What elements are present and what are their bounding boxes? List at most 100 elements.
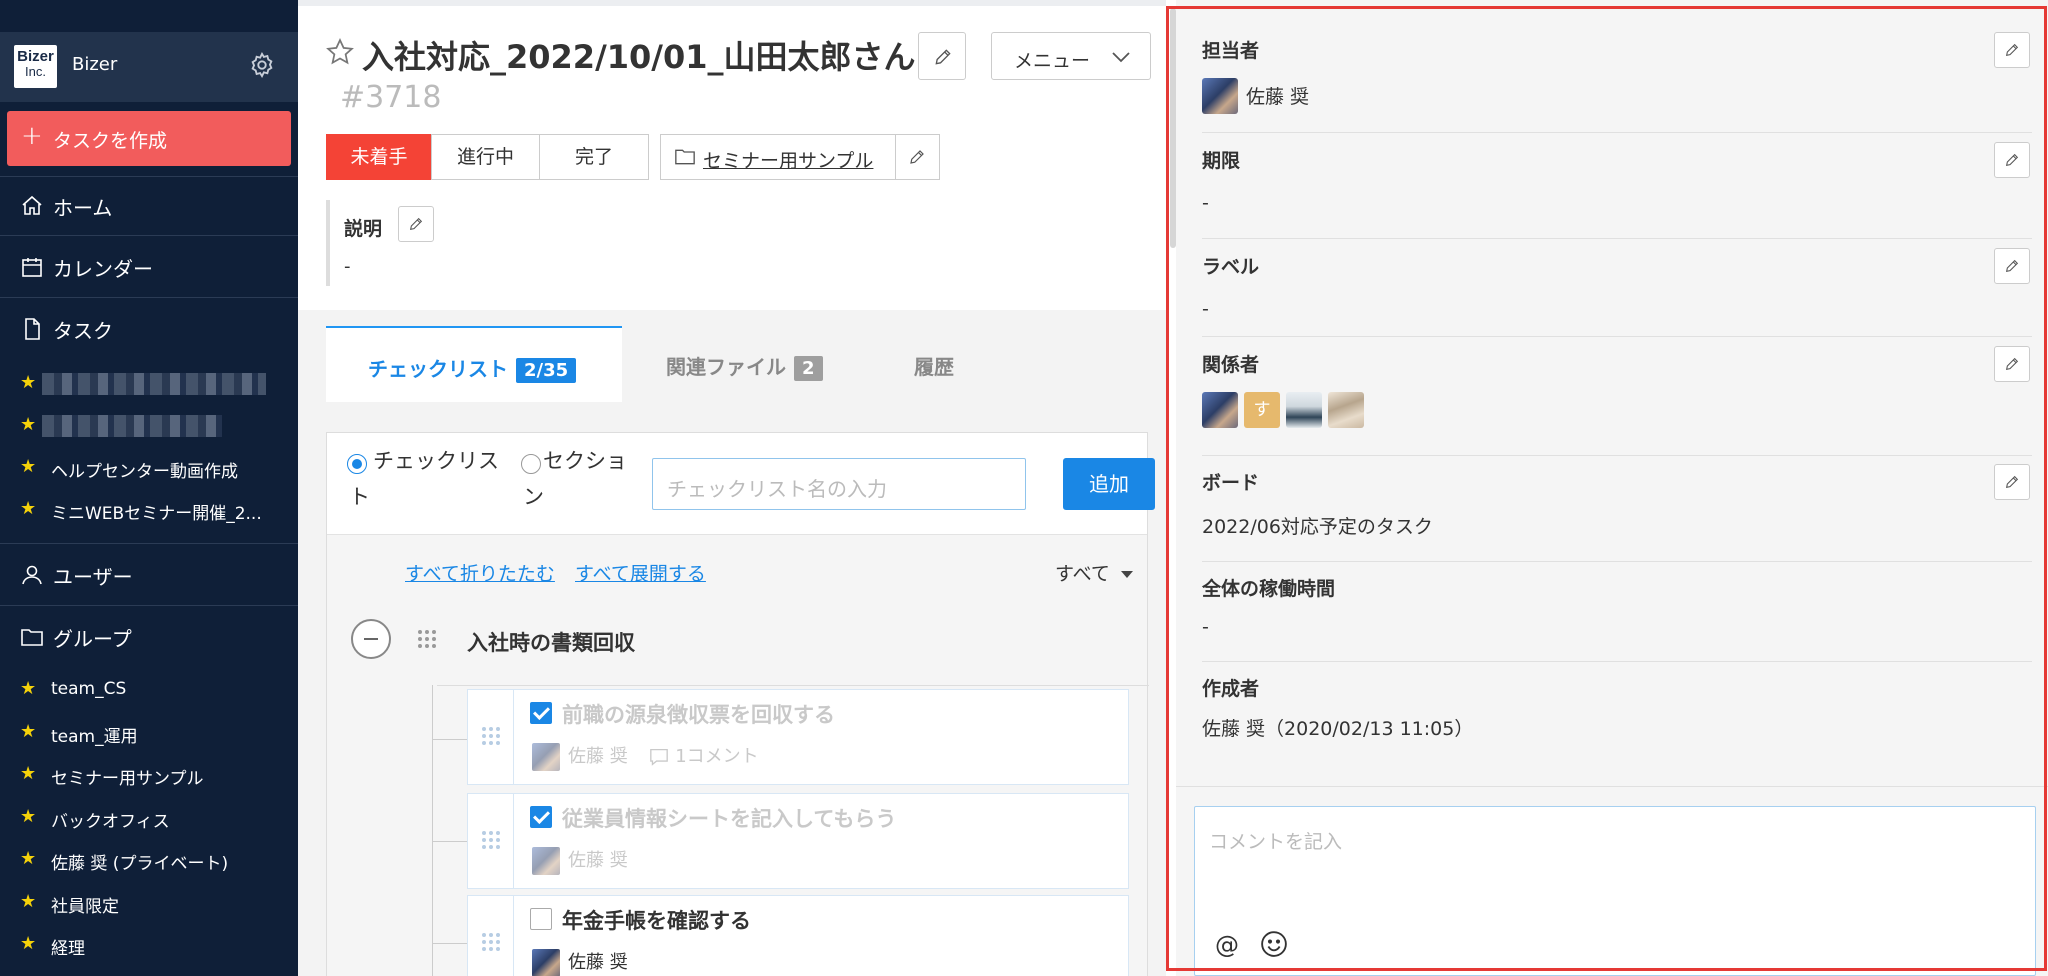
- folder-icon: [21, 629, 43, 646]
- checklist-item[interactable]: 年金手帳を確認する 佐藤 奨: [467, 895, 1129, 976]
- group-item[interactable]: ★ team_運用: [0, 715, 298, 751]
- calendar-icon: [22, 258, 42, 277]
- worktime-value: -: [1202, 616, 1209, 638]
- edit-due-button[interactable]: [1994, 142, 2030, 178]
- star-icon: ★: [20, 414, 37, 435]
- favorite-task[interactable]: ★ ミニWEBセミナー開催_2...: [0, 492, 298, 528]
- mention-button[interactable]: @: [1215, 931, 1239, 959]
- edit-project-button[interactable]: [896, 134, 940, 180]
- divider: [1202, 336, 2032, 337]
- item-checkbox[interactable]: [530, 806, 552, 828]
- tab-checklist[interactable]: チェックリスト 2/35: [326, 326, 622, 402]
- expand-all-link[interactable]: すべて展開する: [575, 559, 706, 586]
- section-underline: [437, 685, 1149, 686]
- item-title: 従業員情報シートを記入してもらう: [562, 807, 897, 831]
- group-item[interactable]: ★ team_CS: [0, 672, 298, 708]
- create-task-button[interactable]: + タスクを作成: [7, 111, 291, 166]
- drag-handle[interactable]: [468, 794, 514, 888]
- document-icon: [25, 318, 40, 340]
- nav-calendar[interactable]: カレンダー: [0, 237, 298, 295]
- status-in-progress[interactable]: 進行中: [431, 134, 540, 180]
- nav-home[interactable]: ホーム: [0, 176, 298, 234]
- drag-handle-icon[interactable]: [415, 627, 439, 651]
- member-avatar[interactable]: [1328, 392, 1364, 428]
- drag-handle-icon: [482, 933, 500, 951]
- drag-handle-icon: [482, 727, 500, 745]
- radio-section-label: セクション: [523, 449, 627, 509]
- filter-dropdown[interactable]: すべて: [1055, 559, 1134, 586]
- description-bar: [326, 200, 330, 286]
- avatar: [532, 847, 560, 875]
- item-checkbox[interactable]: [530, 702, 552, 724]
- worktime-label: 全体の稼働時間: [1202, 578, 1336, 600]
- nav-tasks[interactable]: タスク: [0, 299, 298, 357]
- star-icon: ★: [20, 678, 37, 699]
- task-properties-pane: 担当者 佐藤 奨 期限 - ラベル - 関係者 す ボード 2022/06対応予…: [1176, 0, 2048, 976]
- divider: [0, 605, 298, 606]
- comment-input[interactable]: コメントを記入 @: [1194, 806, 2036, 976]
- checklist-item[interactable]: 従業員情報シートを記入してもらう 佐藤 奨: [467, 793, 1129, 889]
- item-assignee: 佐藤 奨: [568, 746, 628, 767]
- assignee-label: 担当者: [1202, 40, 1260, 62]
- home-icon: [22, 195, 42, 215]
- group-item[interactable]: ★ 経理: [0, 927, 298, 963]
- group-item[interactable]: ★ バックオフィス: [0, 800, 298, 836]
- workspace-header[interactable]: Bizer Inc. Bizer: [0, 32, 298, 102]
- creator-value: 佐藤 奨（2020/02/13 11:05）: [1202, 718, 1474, 740]
- item-assignee: 佐藤 奨: [568, 952, 628, 973]
- status-not-started[interactable]: 未着手: [326, 134, 432, 180]
- menu-dropdown[interactable]: メニュー: [991, 32, 1151, 80]
- nav-users[interactable]: ユーザー: [0, 545, 298, 603]
- emoji-icon[interactable]: [1259, 929, 1289, 959]
- plus-icon: +: [21, 121, 43, 151]
- favorite-task-blurred[interactable]: ★: [0, 408, 298, 444]
- group-item[interactable]: ★ 社員限定: [0, 885, 298, 921]
- drag-handle[interactable]: [468, 896, 514, 976]
- pencil-icon: [2005, 357, 2019, 371]
- add-checklist-button[interactable]: 追加: [1063, 458, 1155, 510]
- favorite-task-blurred[interactable]: ★: [0, 366, 298, 402]
- edit-description-button[interactable]: [398, 206, 434, 242]
- star-icon: ★: [20, 806, 37, 827]
- due-value: -: [1202, 192, 1209, 214]
- workspace-name: Bizer: [72, 54, 118, 75]
- divider: [1202, 561, 2032, 562]
- edit-members-button[interactable]: [1994, 346, 2030, 382]
- members-label: 関係者: [1202, 354, 1260, 376]
- collapse-all-link[interactable]: すべて折りたたむ: [405, 559, 555, 586]
- pencil-icon: [2005, 43, 2019, 57]
- item-meta: 佐藤 奨: [532, 846, 628, 875]
- checklist-item[interactable]: 前職の源泉徴収票を回収する 佐藤 奨 1コメント: [467, 689, 1129, 785]
- edit-assignee-button[interactable]: [1994, 32, 2030, 68]
- project-link[interactable]: セミナー用サンプル: [660, 134, 896, 180]
- comment-placeholder: コメントを記入: [1209, 831, 1343, 853]
- member-avatar[interactable]: す: [1244, 392, 1280, 428]
- star-icon: ★: [20, 933, 37, 954]
- star-outline-icon[interactable]: [325, 37, 355, 67]
- tab-history[interactable]: 履歴: [872, 326, 1022, 402]
- drag-handle[interactable]: [468, 690, 514, 784]
- group-item[interactable]: ★ 佐藤 奨 (プライベート): [0, 842, 298, 878]
- tab-related-files[interactable]: 関連ファイル 2: [622, 326, 872, 402]
- comment-icon: [650, 748, 669, 766]
- status-done[interactable]: 完了: [539, 134, 649, 180]
- checklist-panel: チェックリスト セクション チェックリスト名の入力 追加 すべて折りたたむ すべ…: [326, 432, 1155, 976]
- favorite-task[interactable]: ★ ヘルプセンター動画作成: [0, 450, 298, 486]
- member-avatar[interactable]: [1202, 392, 1238, 428]
- label-value: -: [1202, 298, 1209, 320]
- collapse-section-button[interactable]: [351, 619, 391, 659]
- pencil-icon: [910, 150, 924, 164]
- gear-icon[interactable]: [248, 51, 276, 79]
- pencil-icon: [2005, 153, 2019, 167]
- star-icon: ★: [20, 848, 37, 869]
- pencil-icon: [2005, 475, 2019, 489]
- edit-board-button[interactable]: [1994, 464, 2030, 500]
- edit-label-button[interactable]: [1994, 248, 2030, 284]
- edit-title-button[interactable]: [918, 32, 966, 80]
- checklist-name-input[interactable]: チェックリスト名の入力: [652, 458, 1026, 510]
- caret-down-icon: [1120, 571, 1133, 578]
- member-avatar[interactable]: [1286, 392, 1322, 428]
- group-item[interactable]: ★ セミナー用サンプル: [0, 757, 298, 793]
- nav-groups[interactable]: グループ: [0, 607, 298, 665]
- item-checkbox[interactable]: [530, 908, 552, 930]
